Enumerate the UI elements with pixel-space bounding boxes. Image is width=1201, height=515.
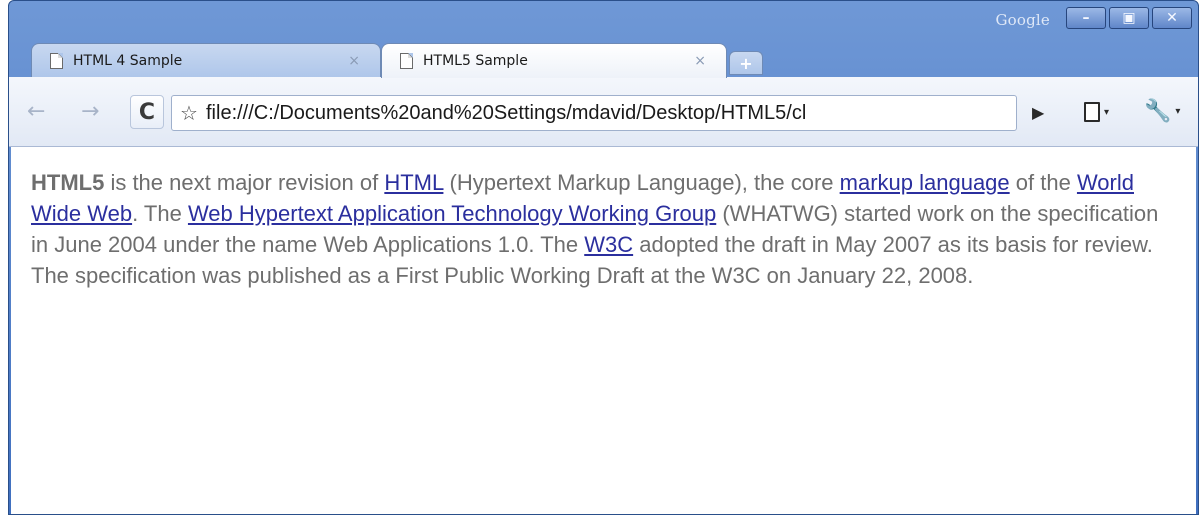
close-window-button[interactable]: ✕ — [1152, 7, 1192, 29]
tab-close-icon[interactable]: × — [694, 53, 706, 69]
address-bar[interactable]: ☆ file:///C:/Documents%20and%20Settings/… — [171, 95, 1017, 131]
title-bar: Google – ▣ ✕ — [9, 1, 1198, 43]
url-input[interactable]: file:///C:/Documents%20and%20Settings/md… — [206, 102, 1016, 125]
tab-label: HTML5 Sample — [423, 53, 528, 69]
link-markup-language[interactable]: markup language — [840, 170, 1010, 195]
text-segment: of the — [1009, 170, 1077, 195]
bold-term: HTML5 — [31, 170, 105, 195]
window-controls: – ▣ ✕ — [1066, 7, 1192, 29]
reload-icon: C — [138, 99, 156, 125]
page-content: HTML5 is the next major revision of HTML… — [11, 147, 1196, 514]
maximize-icon: ▣ — [1122, 10, 1136, 26]
toolbar: ← → C ☆ file:///C:/Documents%20and%20Set… — [9, 77, 1198, 147]
star-icon[interactable]: ☆ — [172, 101, 206, 125]
maximize-button[interactable]: ▣ — [1109, 7, 1149, 29]
back-button[interactable]: ← — [27, 97, 45, 127]
page-menu-button[interactable]: ▾ — [1084, 97, 1124, 127]
wrench-icon: 🔧 — [1144, 98, 1172, 124]
text-segment: is the next major revision of — [104, 170, 385, 195]
close-icon: ✕ — [1166, 10, 1178, 26]
tab-html5-sample[interactable]: HTML5 Sample × — [381, 43, 727, 78]
tab-close-icon[interactable]: × — [348, 53, 360, 69]
link-html[interactable]: HTML — [384, 170, 443, 195]
browser-window: Google – ▣ ✕ HTML 4 Sample × HTML5 Sampl… — [8, 0, 1199, 515]
chevron-down-icon: ▾ — [1175, 105, 1181, 117]
plus-icon: + — [739, 53, 753, 73]
text-segment: (Hypertext Markup Language), the core — [443, 170, 840, 195]
html5-paragraph: HTML5 is the next major revision of HTML… — [31, 167, 1171, 291]
page-icon — [50, 53, 63, 69]
tab-html4-sample[interactable]: HTML 4 Sample × — [31, 43, 381, 78]
link-w3c[interactable]: W3C — [584, 232, 633, 257]
new-tab-button[interactable]: + — [729, 51, 763, 75]
minimize-icon: – — [1082, 10, 1090, 26]
reload-button[interactable]: C — [130, 95, 164, 129]
text-segment: . The — [132, 201, 188, 226]
forward-button[interactable]: → — [81, 97, 99, 127]
go-button[interactable]: ▶ — [1032, 103, 1044, 122]
wrench-menu-button[interactable]: 🔧 ▾ — [1144, 95, 1190, 127]
brand-label: Google — [995, 11, 1050, 29]
page-icon — [1084, 102, 1100, 122]
tab-label: HTML 4 Sample — [73, 53, 183, 69]
chevron-down-icon: ▾ — [1104, 106, 1110, 118]
minimize-button[interactable]: – — [1066, 7, 1106, 29]
link-whatwg[interactable]: Web Hypertext Application Technology Wor… — [188, 201, 716, 226]
page-icon — [400, 53, 413, 69]
